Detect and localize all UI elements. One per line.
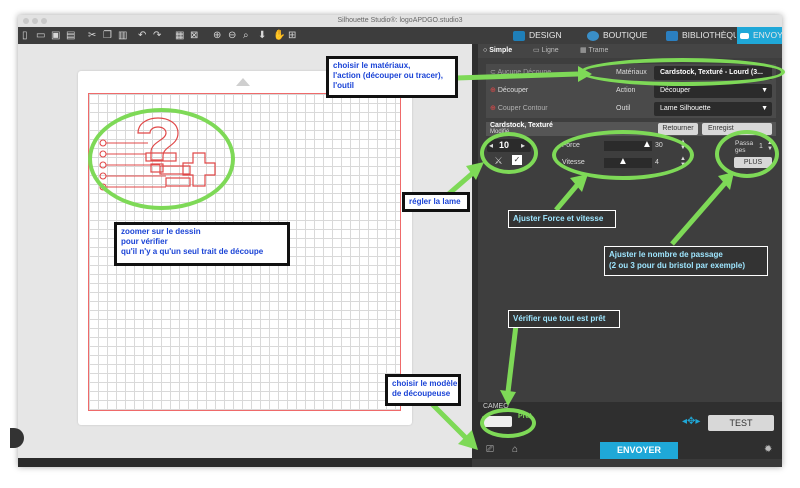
annotation-pret: Vérifier que tout est prêt [508,310,620,328]
annotation-zoom: zoomer sur le dessin pour vérifier qu'il… [114,222,290,266]
annotation-modele: choisir le modèle de découpeuse [385,374,461,406]
annotation-lame: régler la lame [402,192,470,212]
annotation-materiaux: choisir le matériaux, l'action (découper… [326,56,458,98]
annotation-passage: Ajuster le nombre de passage (2 ou 3 pou… [604,246,768,276]
annotation-force: Ajuster Force et vitesse [508,210,616,228]
